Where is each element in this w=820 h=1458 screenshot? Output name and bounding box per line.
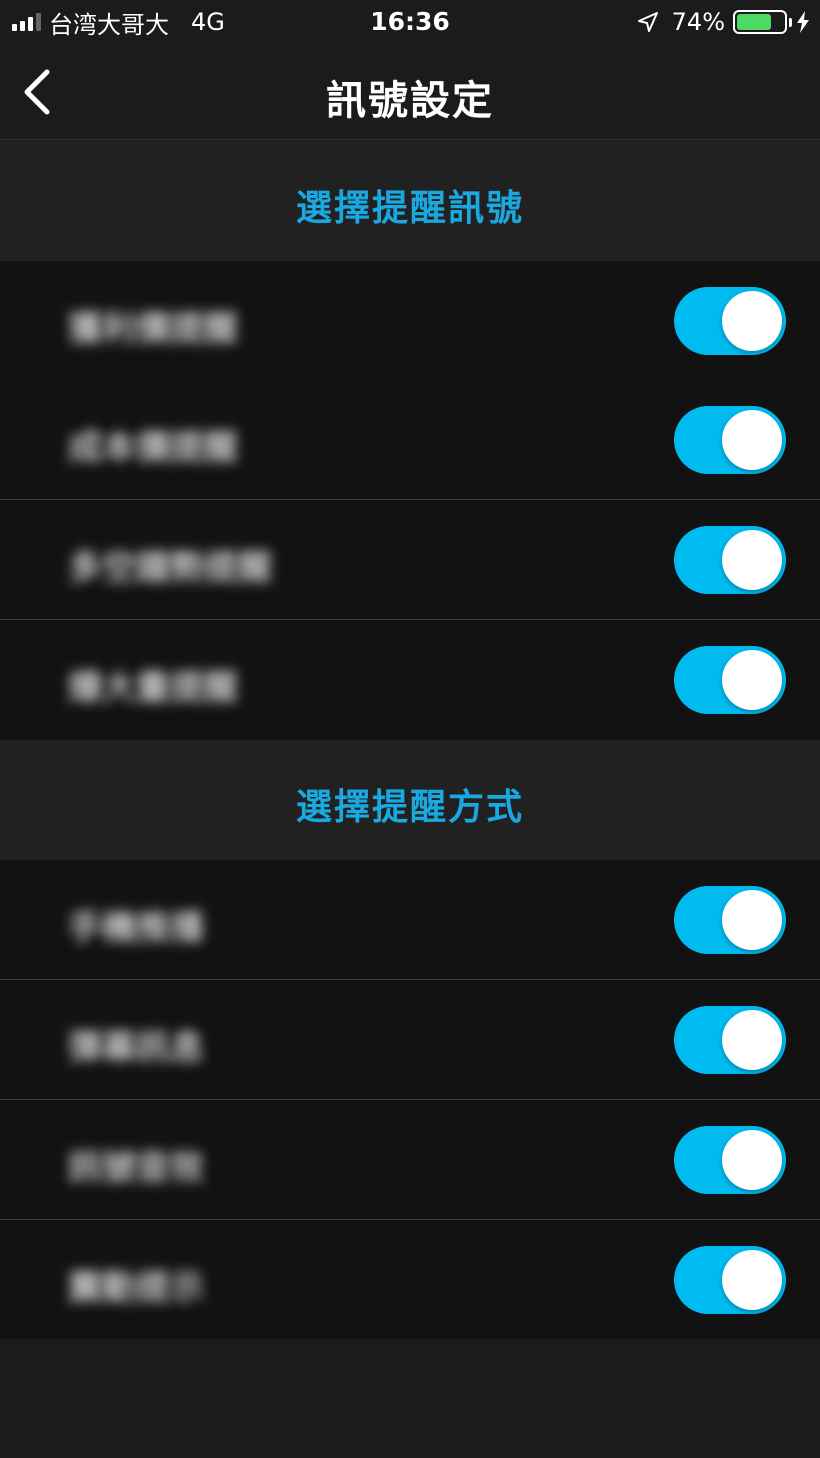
status-bar-right: 74%	[636, 6, 810, 38]
empty-footer-area	[0, 1339, 820, 1458]
toggle-knob	[722, 1130, 782, 1190]
toggle-knob	[722, 1250, 782, 1310]
toggle-knob	[722, 291, 782, 351]
list-item: 手機推播	[0, 860, 820, 980]
list-item: 訊號音效	[0, 1100, 820, 1220]
list-item: 彈幕訊息	[0, 980, 820, 1100]
list-item: 成本價提醒	[0, 380, 820, 500]
toggle-switch[interactable]	[674, 646, 786, 714]
list-item-label: 彈幕訊息	[68, 1028, 204, 1068]
list-item-label: 成本價提醒	[68, 428, 238, 468]
list-item-label: 多空趨勢提醒	[68, 548, 272, 588]
section-header-methods: 選擇提醒方式	[0, 740, 820, 860]
section-header-signals: 選擇提醒訊號	[0, 141, 820, 261]
battery-icon	[733, 10, 787, 34]
toggle-switch[interactable]	[674, 1006, 786, 1074]
toggle-switch[interactable]	[674, 526, 786, 594]
charging-bolt-icon	[797, 11, 809, 33]
toggle-knob	[722, 890, 782, 950]
toggle-switch[interactable]	[674, 287, 786, 355]
battery-percentage: 74%	[671, 8, 725, 36]
navigation-bar: 訊號設定	[0, 46, 820, 140]
toggle-switch[interactable]	[674, 406, 786, 474]
toggle-switch[interactable]	[674, 886, 786, 954]
page-title: 訊號設定	[326, 78, 494, 124]
toggle-knob	[722, 1010, 782, 1070]
toggle-knob	[722, 410, 782, 470]
status-bar: 台湾大哥大 4G 16:36 74%	[0, 0, 820, 46]
list-item-label: 震動提示	[68, 1268, 204, 1308]
list-item-label: 獲利價提醒	[68, 309, 238, 349]
list-item-label: 手機推播	[68, 908, 204, 948]
toggle-switch[interactable]	[674, 1246, 786, 1314]
section-title: 選擇提醒方式	[295, 787, 524, 828]
list-item: 爆大量提醒	[0, 620, 820, 740]
list-item-label: 訊號音效	[68, 1148, 204, 1188]
battery-level-fill	[737, 14, 772, 30]
battery-cap	[789, 17, 792, 27]
location-arrow-icon	[637, 12, 658, 32]
list-item: 多空趨勢提醒	[0, 500, 820, 620]
toggle-switch[interactable]	[674, 1126, 786, 1194]
toggle-knob	[722, 650, 782, 710]
toggle-knob	[722, 530, 782, 590]
list-item: 獲利價提醒	[0, 261, 820, 381]
section-title: 選擇提醒訊號	[295, 188, 524, 229]
list-item-label: 爆大量提醒	[68, 668, 238, 708]
list-item: 震動提示	[0, 1220, 820, 1340]
